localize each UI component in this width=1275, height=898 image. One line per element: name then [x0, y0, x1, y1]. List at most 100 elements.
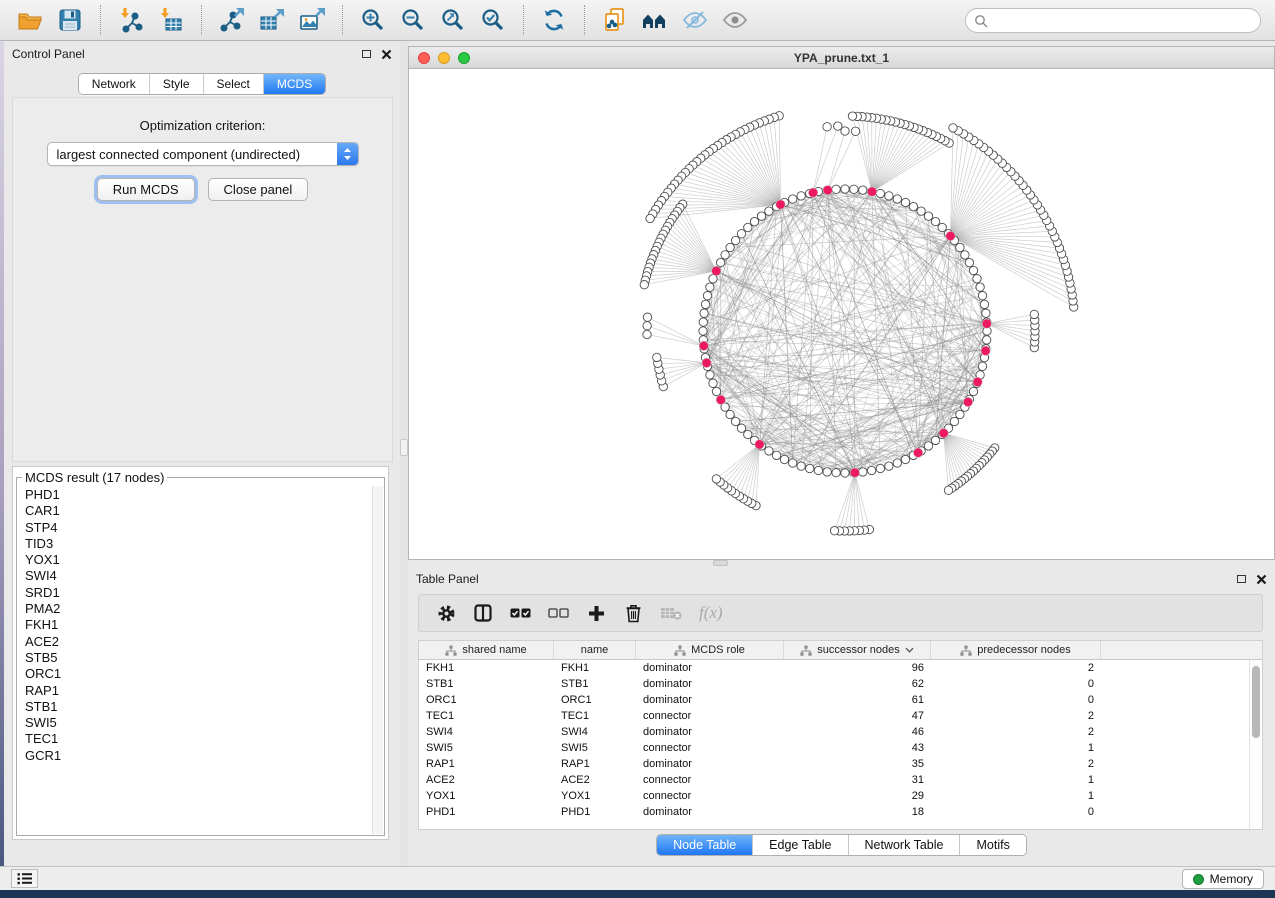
network-node[interactable] [731, 236, 739, 244]
network-node[interactable] [931, 217, 939, 225]
duplicate-network-button[interactable] [595, 4, 635, 36]
mcds-result-item[interactable]: TEC1 [25, 731, 384, 747]
mcds-node[interactable] [823, 185, 832, 194]
zoom-fit-button[interactable] [433, 4, 473, 36]
mcds-result-item[interactable]: TID3 [25, 536, 384, 552]
add-column-button[interactable] [586, 601, 606, 625]
memory-button[interactable]: Memory [1182, 869, 1264, 889]
mcds-result-item[interactable]: PMA2 [25, 601, 384, 617]
mcds-result-item[interactable]: STB1 [25, 699, 384, 715]
network-node[interactable] [706, 283, 714, 291]
minimize-window-traffic-light[interactable] [438, 52, 450, 64]
mcds-result-list[interactable]: PHD1CAR1STP4TID3YOX1SWI4SRD1PMA2FKH1ACE2… [25, 487, 384, 764]
network-window-titlebar[interactable]: YPA_prune.txt_1 [409, 47, 1274, 69]
network-node[interactable] [643, 330, 651, 338]
network-node[interactable] [703, 292, 711, 300]
delete-table-button[interactable] [660, 601, 682, 625]
mcds-node[interactable] [755, 440, 764, 449]
network-node[interactable] [721, 251, 729, 259]
close-panel-icon[interactable] [381, 49, 392, 60]
network-node[interactable] [973, 275, 981, 283]
column-header-name[interactable]: name [554, 641, 636, 659]
network-node[interactable] [701, 300, 709, 308]
network-node[interactable] [851, 127, 859, 135]
save-session-button[interactable] [50, 4, 90, 36]
network-node[interactable] [640, 281, 648, 289]
network-node[interactable] [841, 469, 849, 477]
network-node[interactable] [832, 185, 840, 193]
mcds-result-item[interactable]: ORC1 [25, 666, 384, 682]
network-node[interactable] [841, 185, 849, 193]
table-row[interactable]: SWI5SWI5connector431 [419, 740, 1262, 756]
show-all-button[interactable] [715, 4, 755, 36]
network-node[interactable] [980, 300, 988, 308]
table-tab-network-table[interactable]: Network Table [848, 835, 960, 855]
network-node[interactable] [909, 202, 917, 210]
network-node[interactable] [823, 468, 831, 476]
mcds-list-scrollbar[interactable] [372, 486, 383, 834]
column-header-successor-nodes[interactable]: successor nodes [784, 641, 931, 659]
network-node[interactable] [850, 185, 858, 193]
network-node[interactable] [876, 464, 884, 472]
network-canvas[interactable] [409, 69, 1274, 559]
mcds-node[interactable] [699, 341, 708, 350]
mcds-result-item[interactable]: SWI4 [25, 568, 384, 584]
network-node[interactable] [885, 192, 893, 200]
network-node[interactable] [969, 387, 977, 395]
table-settings-button[interactable] [436, 601, 456, 625]
table-row[interactable]: RAP1RAP1dominator352 [419, 756, 1262, 772]
table-row[interactable]: ORC1ORC1dominator610 [419, 692, 1262, 708]
zoom-in-button[interactable] [353, 4, 393, 36]
network-node[interactable] [744, 223, 752, 231]
zoom-selected-button[interactable] [473, 4, 513, 36]
network-node[interactable] [814, 466, 822, 474]
hide-selected-button[interactable] [675, 4, 715, 36]
network-node[interactable] [737, 424, 745, 432]
float-panel-icon[interactable] [1237, 575, 1246, 583]
network-node[interactable] [917, 207, 925, 215]
deselect-all-rows-button[interactable] [548, 601, 569, 625]
network-node[interactable] [789, 459, 797, 467]
zoom-out-button[interactable] [393, 4, 433, 36]
zoom-window-traffic-light[interactable] [458, 52, 470, 64]
network-node[interactable] [706, 371, 714, 379]
network-node[interactable] [712, 475, 720, 483]
network-node[interactable] [797, 192, 805, 200]
splitter-handle[interactable] [400, 439, 408, 456]
network-node[interactable] [859, 186, 867, 194]
network-node[interactable] [893, 195, 901, 203]
network-node[interactable] [867, 466, 875, 474]
network-node[interactable] [737, 230, 745, 238]
network-node[interactable] [834, 122, 842, 130]
network-node[interactable] [983, 336, 991, 344]
table-scrollbar[interactable] [1249, 660, 1262, 829]
control-tab-mcds[interactable]: MCDS [263, 74, 325, 94]
network-node[interactable] [931, 436, 939, 444]
mcds-result-item[interactable]: RAP1 [25, 683, 384, 699]
vertical-splitter[interactable] [400, 41, 408, 866]
network-node[interactable] [765, 447, 773, 455]
mcds-result-item[interactable]: SRD1 [25, 585, 384, 601]
network-node[interactable] [950, 417, 958, 425]
network-node[interactable] [885, 462, 893, 470]
network-node[interactable] [806, 464, 814, 472]
mcds-node[interactable] [716, 395, 725, 404]
close-window-traffic-light[interactable] [418, 52, 430, 64]
table-row[interactable]: STB1STB1dominator620 [419, 676, 1262, 692]
panel-menu-button[interactable] [11, 869, 38, 888]
network-node[interactable] [712, 387, 720, 395]
column-header-MCDS-role[interactable]: MCDS role [636, 641, 784, 659]
mcds-node[interactable] [913, 448, 922, 457]
network-node[interactable] [716, 258, 724, 266]
network-node[interactable] [901, 455, 909, 463]
network-node[interactable] [709, 379, 717, 387]
network-node[interactable] [1030, 310, 1038, 318]
network-node[interactable] [731, 417, 739, 425]
table-row[interactable]: TEC1TEC1connector472 [419, 708, 1262, 724]
network-node[interactable] [949, 124, 957, 132]
network-node[interactable] [893, 459, 901, 467]
mcds-node[interactable] [939, 428, 948, 437]
column-header-predecessor-nodes[interactable]: predecessor nodes [931, 641, 1101, 659]
mcds-node[interactable] [973, 377, 982, 386]
float-panel-icon[interactable] [362, 50, 371, 58]
